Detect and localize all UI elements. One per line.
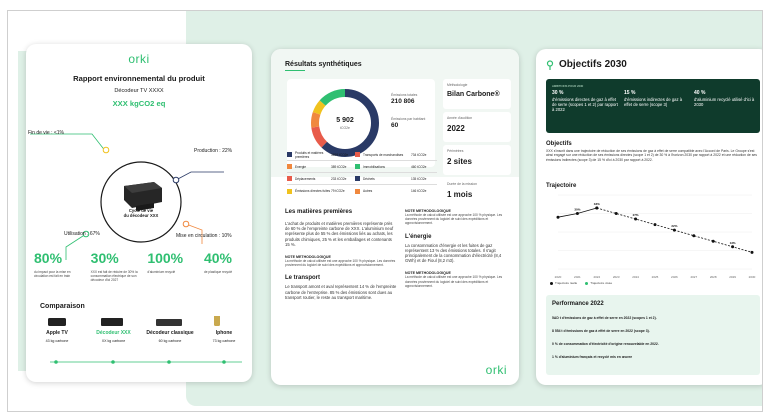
product-subtitle: Décodeur TV XXXX (114, 88, 164, 94)
report-page-product[interactable]: orki Rapport environnemental du produit … (26, 44, 252, 382)
report-page-objectives[interactable]: Objectifs 2030 AMBITIONS POUR 2030 30 % … (536, 49, 762, 385)
performance-item: 5AD t d'émissions de gaz à effet de serr… (552, 316, 657, 320)
donut-side-stat: Émissions totales 210 806 (391, 93, 418, 105)
use-label: Utilisation : 67% (64, 231, 100, 237)
distribution-marker (182, 220, 190, 228)
summary-cards: Méthodologie Bilan Carbone® Année d'audi… (443, 79, 511, 208)
data-point (692, 234, 696, 238)
emissions-table: Produits et matières premières 3699 tCO2… (287, 149, 437, 197)
stat-item: 80% du impact pour la mise en circulatio… (34, 250, 71, 279)
x-tick-label: 2030 (749, 275, 756, 279)
data-point (595, 206, 599, 210)
stat-item: 30% XXX est fait de réduire de 30% la co… (90, 250, 138, 283)
production-label: Production : 22% (194, 148, 233, 154)
x-tick-label: 2024 (632, 275, 639, 279)
targets-banner: AMBITIONS POUR 2030 30 % d'émissions dir… (546, 79, 760, 133)
end-of-life-label: Fin de vie : <1% (28, 130, 64, 136)
objectives-section: Objectifs XXX s'inscrit dans une traject… (546, 141, 757, 162)
stats-row: 80% du impact pour la mise en circulatio… (34, 250, 248, 283)
trajectory-chart: 2020 2021 2022 2023 2024 2025 2026 2027 2028 2029… (555, 194, 756, 279)
distribution-label: Mise en circulation : 10% (176, 233, 232, 239)
summary-card: Année d'audition 2022 (443, 112, 511, 142)
section-raw-materials: Les matières premières L'achat de produi… (285, 209, 397, 300)
decoder-xxx-icon (101, 318, 123, 326)
target-item: 15 % d'émissions indirectes de gaz à eff… (624, 90, 683, 108)
data-label: 27% (633, 213, 639, 217)
end-of-life-marker (102, 146, 110, 154)
orki-logo: orki (485, 363, 507, 377)
donut-side-stat: Émissions par habitant 60 (391, 117, 426, 129)
performance-item: 8 554 t d'émissions de gaz à effet de se… (552, 329, 650, 333)
table-row: Déplacements 233 tCO2e Déchets 135 tCO2e (287, 173, 437, 185)
orki-logo: orki (128, 52, 150, 66)
target-item: 30 % d'émissions directes de gaz à effet… (552, 90, 618, 113)
performance-box: Performance 2022 5AD t d'émissions de ga… (546, 295, 760, 375)
x-tick-label: 2025 (652, 275, 659, 279)
data-point (653, 223, 657, 227)
objectives-header: Objectifs 2030 (546, 59, 627, 70)
iphone-icon (214, 316, 220, 326)
data-point (750, 250, 754, 254)
comparison-item-highlight: Décodeur XXX XX kg carbone (96, 330, 131, 343)
emissions-value: XXX kgCO2 eq (112, 99, 166, 108)
results-title: Résultats synthétiques (285, 61, 362, 68)
document-frame: orki Rapport environnemental du produit … (7, 10, 763, 412)
comparison-item: Iphone 73 kg carbone (212, 330, 236, 343)
location-pin-icon (546, 59, 554, 70)
data-point (731, 245, 735, 249)
donut-value: 5 902 (336, 117, 354, 124)
comparison-row: Apple TV 43 kg carbone Décodeur XXX XX k… (36, 316, 246, 366)
production-marker (172, 176, 180, 184)
x-tick-label: 2021 (574, 275, 581, 279)
target-item: 40 % d'aluminium recyclé utilisé d'ici à… (694, 90, 755, 108)
x-tick-label: 2028 (710, 275, 717, 279)
data-label: 13% (730, 241, 736, 245)
data-point (575, 212, 579, 215)
table-row: Energie 389 tCO2e Immobilisations 460 tC… (287, 161, 437, 173)
trajectory-legend: Trajectoire réelle Trajectoire visée (550, 281, 612, 285)
table-row: Produits et matières premières 3699 tCO2… (287, 149, 437, 161)
comparison-item: Apple TV 43 kg carbone (45, 330, 69, 343)
x-tick-label: 2029 (729, 275, 736, 279)
x-tick-label: 2026 (671, 275, 678, 279)
comparison-item: Décodeur classique 60 kg carbone (146, 330, 194, 343)
page-title: Rapport environnemental du produit (73, 74, 205, 83)
summary-card: Périmètres 2 sites (443, 145, 511, 175)
data-point (614, 212, 618, 215)
table-row: Émissions directes fuites 79 tCO2e Autre… (287, 185, 437, 197)
x-tick-label: 2022 (593, 275, 600, 279)
data-label: 22% (671, 224, 677, 228)
data-label: 30% (574, 208, 580, 212)
apple-tv-icon (48, 318, 66, 326)
x-tick-label: 2023 (613, 275, 620, 279)
data-point (711, 239, 715, 243)
comparison-title: Comparaison (40, 303, 85, 310)
data-point (556, 215, 560, 219)
data-label: 33% (594, 202, 600, 206)
classic-decoder-icon (156, 319, 182, 326)
performance-item: 0 % de consommation d'électricité d'orig… (552, 342, 659, 346)
stat-item: 40% de plastique recyclé (203, 250, 233, 274)
lifecycle-center-label: Cycle de vie du décodeur XXX (123, 208, 159, 218)
section-energy: NOTE METHODOLOGIQUE La méthode de calcul… (405, 209, 503, 288)
report-page-results[interactable]: Résultats synthétiques 5 902 tCO2e Émiss… (271, 49, 519, 385)
data-point (634, 217, 638, 221)
x-tick-label: 2020 (555, 275, 562, 279)
donut-unit: tCO2e (340, 126, 350, 130)
x-tick-label: 2027 (690, 275, 697, 279)
data-point (672, 228, 676, 232)
stat-item: 100% d'aluminium recyclé (147, 250, 184, 274)
performance-item: 1 % d'aluminium français et recyclé mis … (552, 355, 633, 359)
summary-card: Durée de la mission 1 mois (443, 178, 511, 208)
summary-card: Méthodologie Bilan Carbone® (443, 79, 511, 109)
